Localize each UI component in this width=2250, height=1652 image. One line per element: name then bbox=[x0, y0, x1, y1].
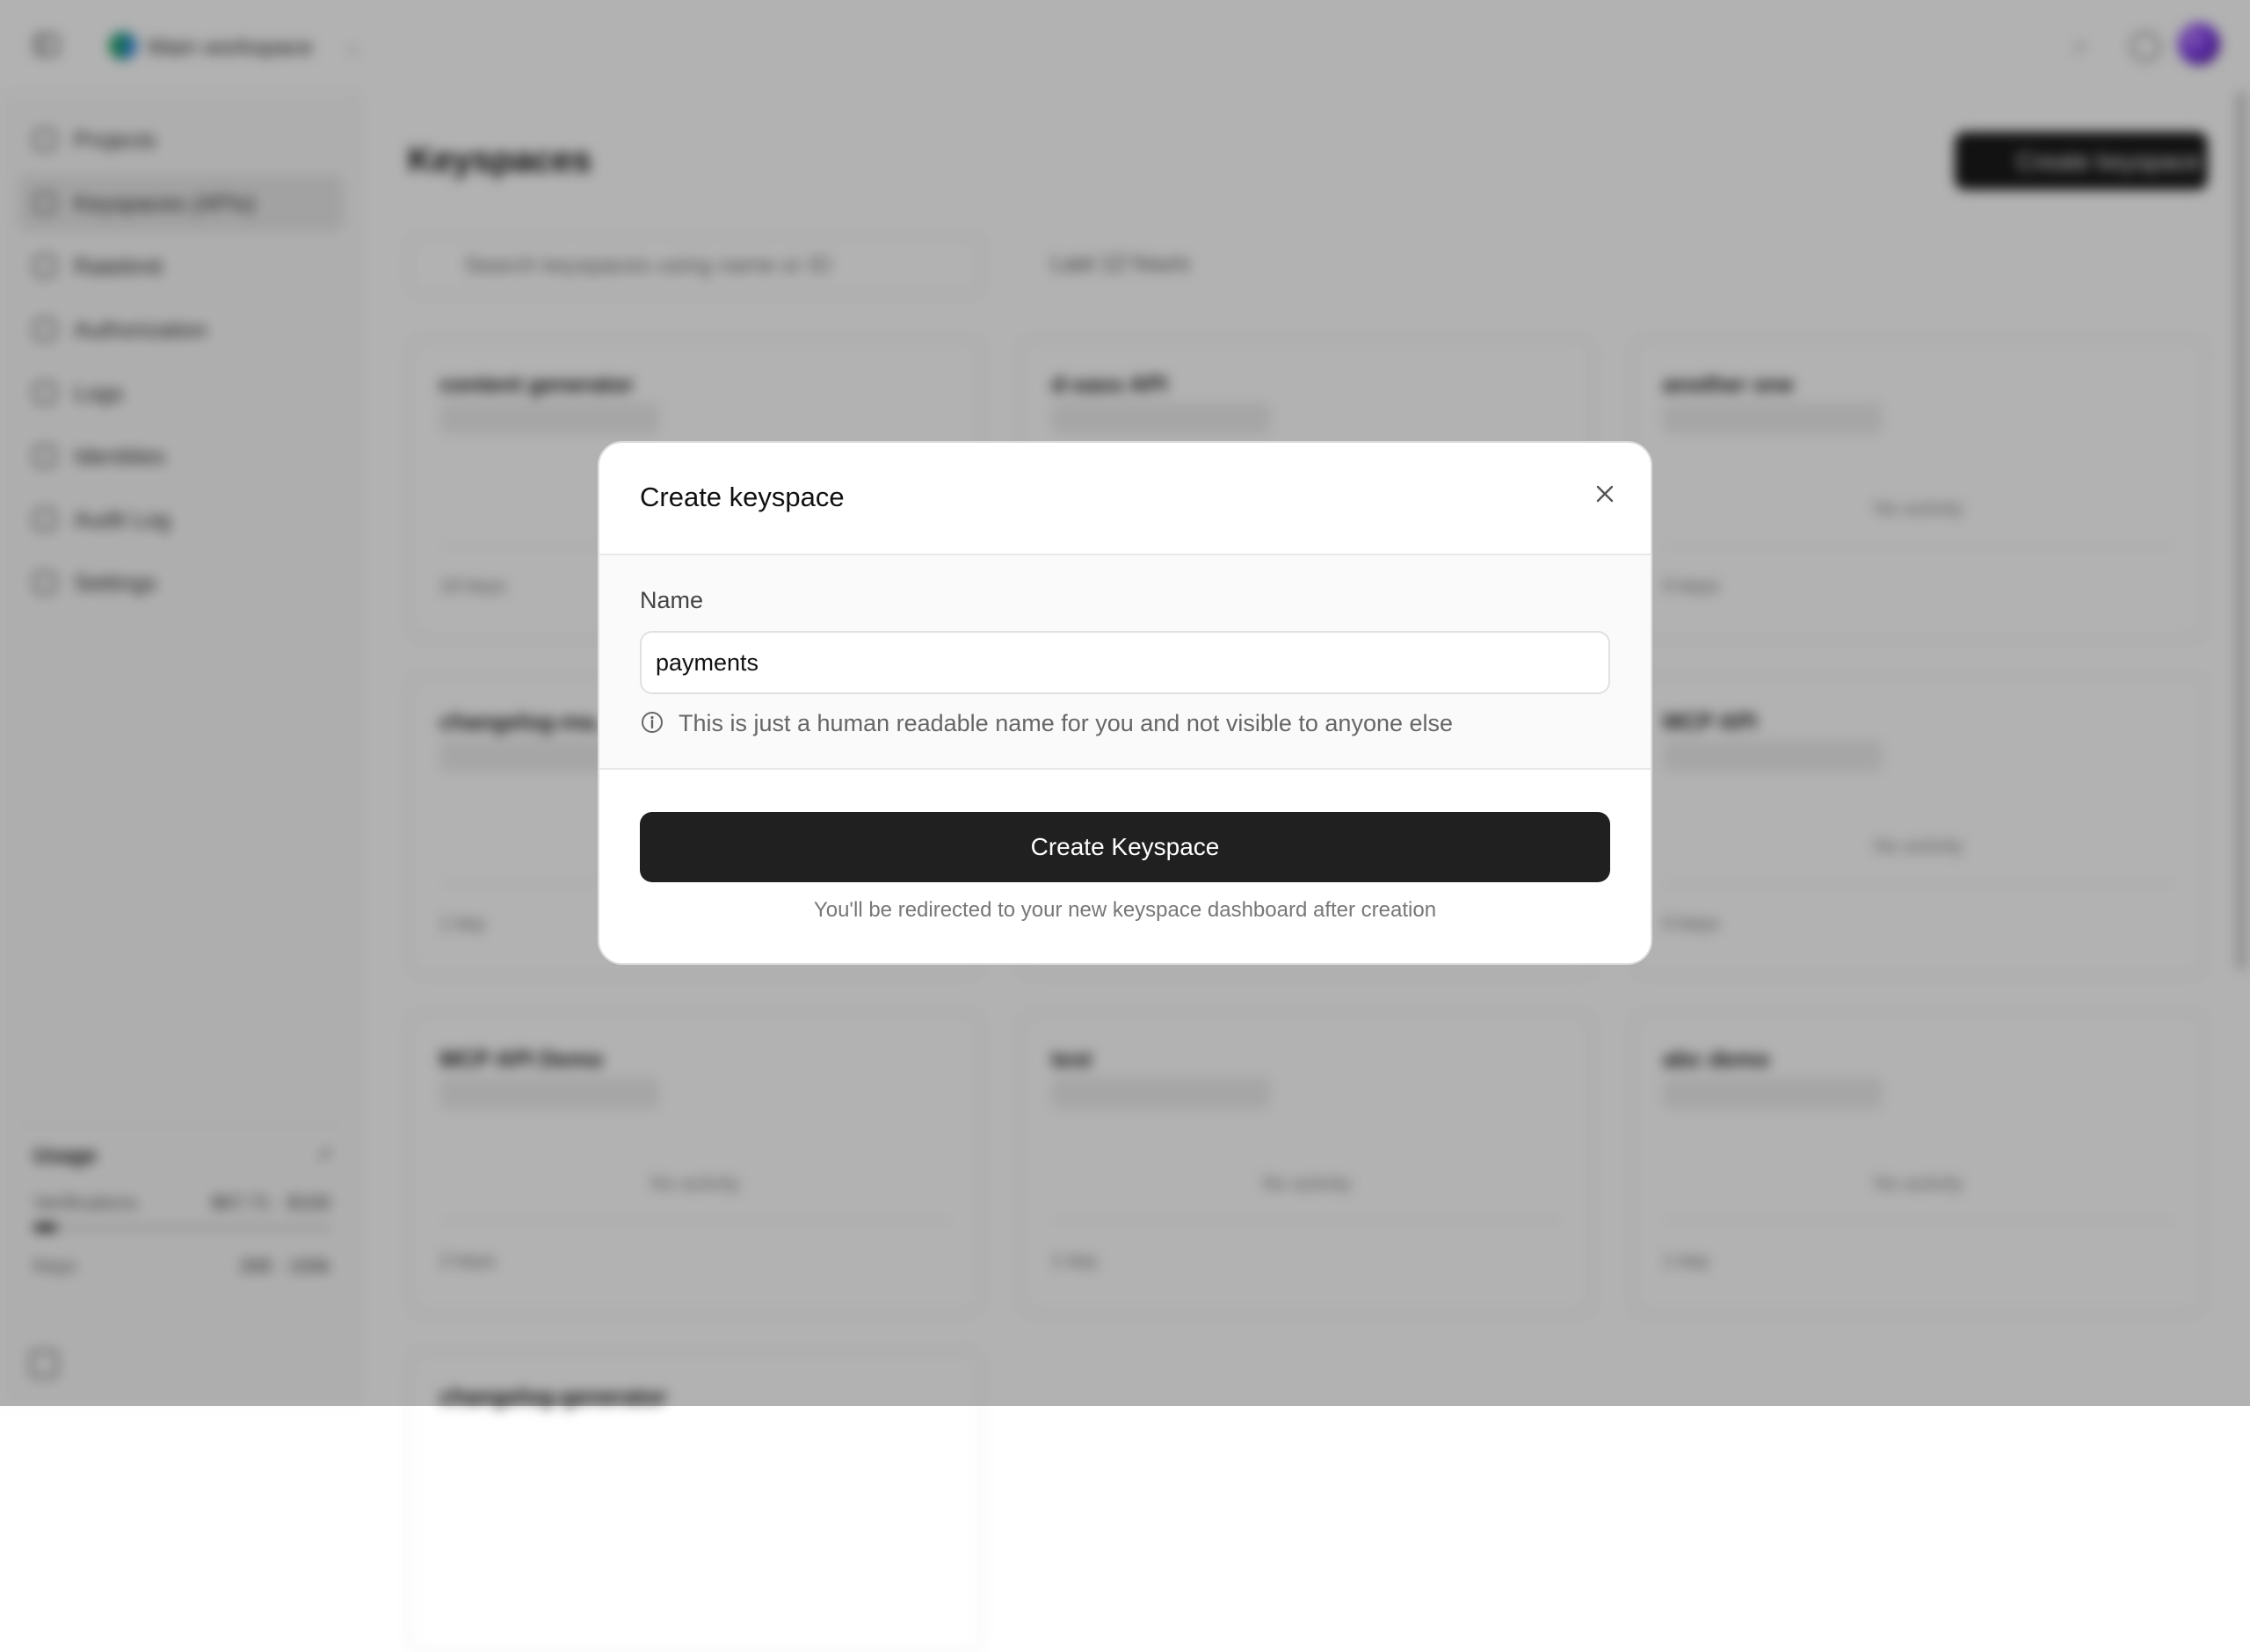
name-label: Name bbox=[640, 587, 704, 613]
redirect-note: You'll be redirected to your new keyspac… bbox=[813, 898, 1437, 922]
dialog-header: Create keyspace bbox=[599, 443, 1651, 555]
name-hint: This is just a human readable name for y… bbox=[679, 710, 1454, 736]
dialog-body: Name This is just a human readable name … bbox=[599, 555, 1651, 770]
close-icon[interactable] bbox=[1589, 478, 1621, 510]
dialog-title: Create keyspace bbox=[640, 482, 845, 512]
info-icon bbox=[640, 710, 664, 735]
create-keyspace-dialog: Create keyspace Name This is just a huma… bbox=[598, 441, 1652, 965]
name-field[interactable] bbox=[640, 631, 1610, 694]
create-keyspace-submit-button[interactable]: Create Keyspace bbox=[640, 812, 1610, 882]
